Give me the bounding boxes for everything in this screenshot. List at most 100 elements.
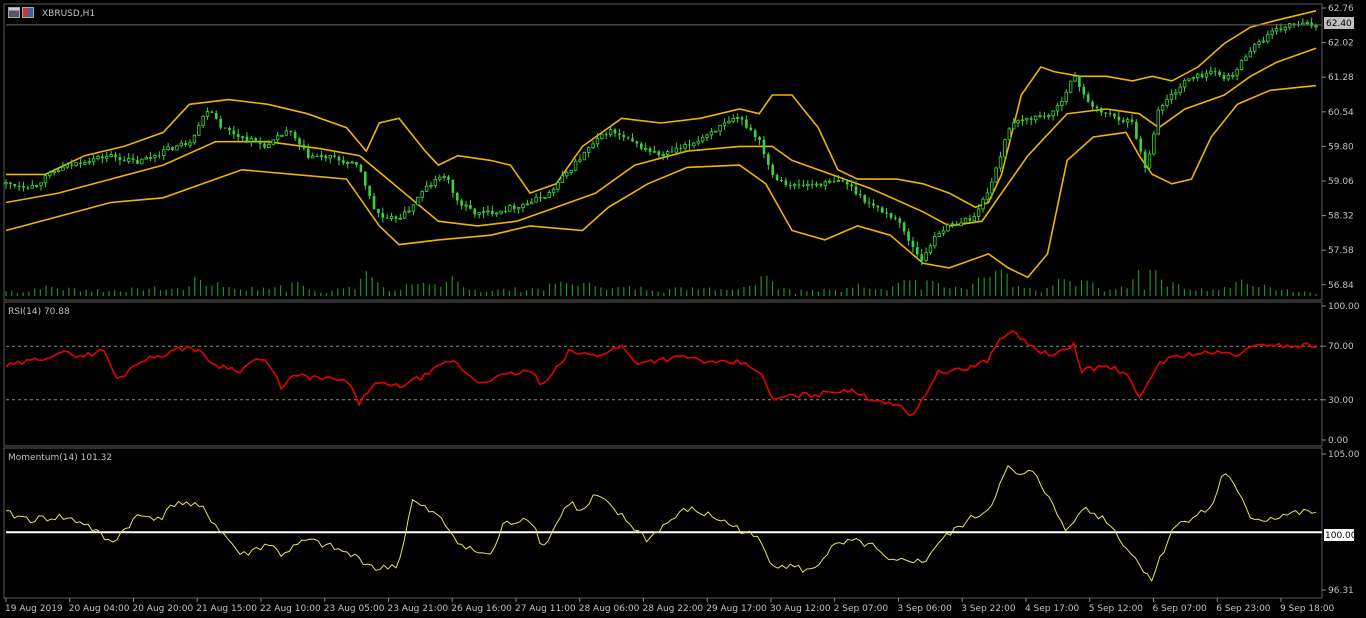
candle: [1121, 117, 1125, 124]
volume-bar: [440, 286, 442, 296]
candle: [328, 154, 332, 164]
volume-bar: [995, 270, 997, 296]
volume-bar: [262, 287, 265, 296]
volume-bar: [897, 282, 900, 296]
rsi-panel-frame: [3, 301, 1323, 447]
candle: [420, 189, 424, 202]
volume-bar: [279, 285, 282, 296]
candle: [933, 232, 937, 249]
candle: [727, 116, 731, 124]
candle: [1029, 116, 1033, 126]
candle: [998, 151, 1003, 172]
candle: [158, 151, 161, 159]
candle: [618, 128, 621, 141]
volume-bar: [909, 280, 911, 296]
volume-bar: [794, 293, 797, 296]
candle: [823, 179, 827, 191]
candle: [377, 208, 380, 218]
volume-bar: [1241, 279, 1243, 296]
trading-chart[interactable]: 62.76 62.02 61.28 60.54 59.80 59.06 58.32 57.58…: [0, 0, 1366, 618]
volume-bar: [171, 288, 173, 296]
volume-bar: [657, 291, 659, 296]
time-tick-label: 22 Aug 10:00: [260, 604, 321, 614]
candle: [1288, 22, 1292, 31]
candle: [705, 133, 709, 142]
volume-bar: [331, 290, 333, 296]
candle: [30, 180, 34, 189]
volume-bar: [874, 289, 877, 296]
volume-bar: [611, 288, 613, 296]
momentum-panel[interactable]: 105.00 96.31 100.00 Momentum(14) 101.32: [3, 447, 1360, 599]
rsi-panel[interactable]: 100.00 70.00 30.00 0.00 RSI(14) 70.88: [3, 301, 1360, 447]
current-price-label: 62.40: [1326, 19, 1352, 29]
candle: [924, 247, 928, 263]
candle: [148, 151, 153, 162]
candle: [1047, 113, 1051, 120]
candle: [91, 153, 96, 166]
candle: [950, 221, 955, 228]
volume-bar: [955, 286, 957, 296]
candle: [819, 182, 823, 188]
candle: [307, 143, 310, 160]
candle: [201, 114, 205, 129]
candle: [635, 140, 639, 148]
candle: [433, 175, 438, 189]
volume-bar: [62, 290, 64, 296]
volume-bar: [1218, 290, 1220, 296]
candle: [210, 109, 214, 114]
candle: [731, 114, 735, 124]
volume-bar: [457, 281, 459, 296]
volume-bar: [108, 290, 110, 296]
volume-bar: [937, 283, 940, 296]
volume-bar: [943, 287, 945, 296]
volume-bar: [760, 276, 762, 296]
candle: [337, 154, 341, 166]
volume-bar: [852, 287, 854, 296]
candle: [551, 186, 556, 197]
candle: [1125, 117, 1130, 128]
momentum-panel-frame: [3, 447, 1323, 599]
candle: [171, 146, 174, 152]
volume-bar: [846, 287, 848, 296]
volume-bar: [1052, 285, 1054, 296]
candle: [275, 131, 280, 144]
volume-bar: [1132, 279, 1134, 296]
time-tick-label: 29 Aug 17:00: [706, 604, 767, 614]
candle: [661, 151, 665, 161]
candle: [745, 115, 748, 129]
candle: [797, 179, 801, 189]
volume-bar: [520, 292, 522, 296]
candle: [1152, 130, 1156, 156]
candle: [587, 146, 591, 158]
candle: [162, 145, 166, 161]
volume-bar: [892, 286, 894, 296]
candle: [424, 180, 429, 192]
candle: [319, 150, 324, 161]
volume-bar: [1069, 281, 1071, 296]
candle: [889, 212, 893, 221]
candle: [477, 212, 481, 219]
candle: [767, 152, 770, 170]
chart-window-icon: [8, 7, 36, 19]
volume-bar: [11, 290, 13, 296]
volume-bar: [497, 289, 499, 296]
price-panel[interactable]: 62.76 62.02 61.28 60.54 59.80 59.06 58.32 57.58…: [3, 3, 1354, 301]
time-tick-label: 30 Aug 12:00: [770, 604, 831, 614]
volume-bar: [468, 289, 470, 296]
volume-bar: [285, 291, 287, 296]
candle: [1073, 71, 1077, 82]
rsi-tick-label: 100.00: [1328, 302, 1360, 312]
candle: [872, 199, 875, 209]
volume-bar: [554, 283, 556, 296]
rsi-tick-label: 70.00: [1328, 342, 1354, 352]
time-tick-label: 28 Aug 06:00: [579, 604, 640, 614]
volume-bar: [68, 287, 70, 296]
candle: [310, 152, 315, 159]
volume-bar: [646, 290, 648, 296]
candle: [109, 150, 113, 158]
candle: [359, 163, 363, 173]
time-tick-label: 23 Aug 21:00: [387, 604, 448, 614]
candle: [188, 139, 192, 149]
candle: [968, 214, 972, 223]
volume-bar: [503, 288, 505, 296]
